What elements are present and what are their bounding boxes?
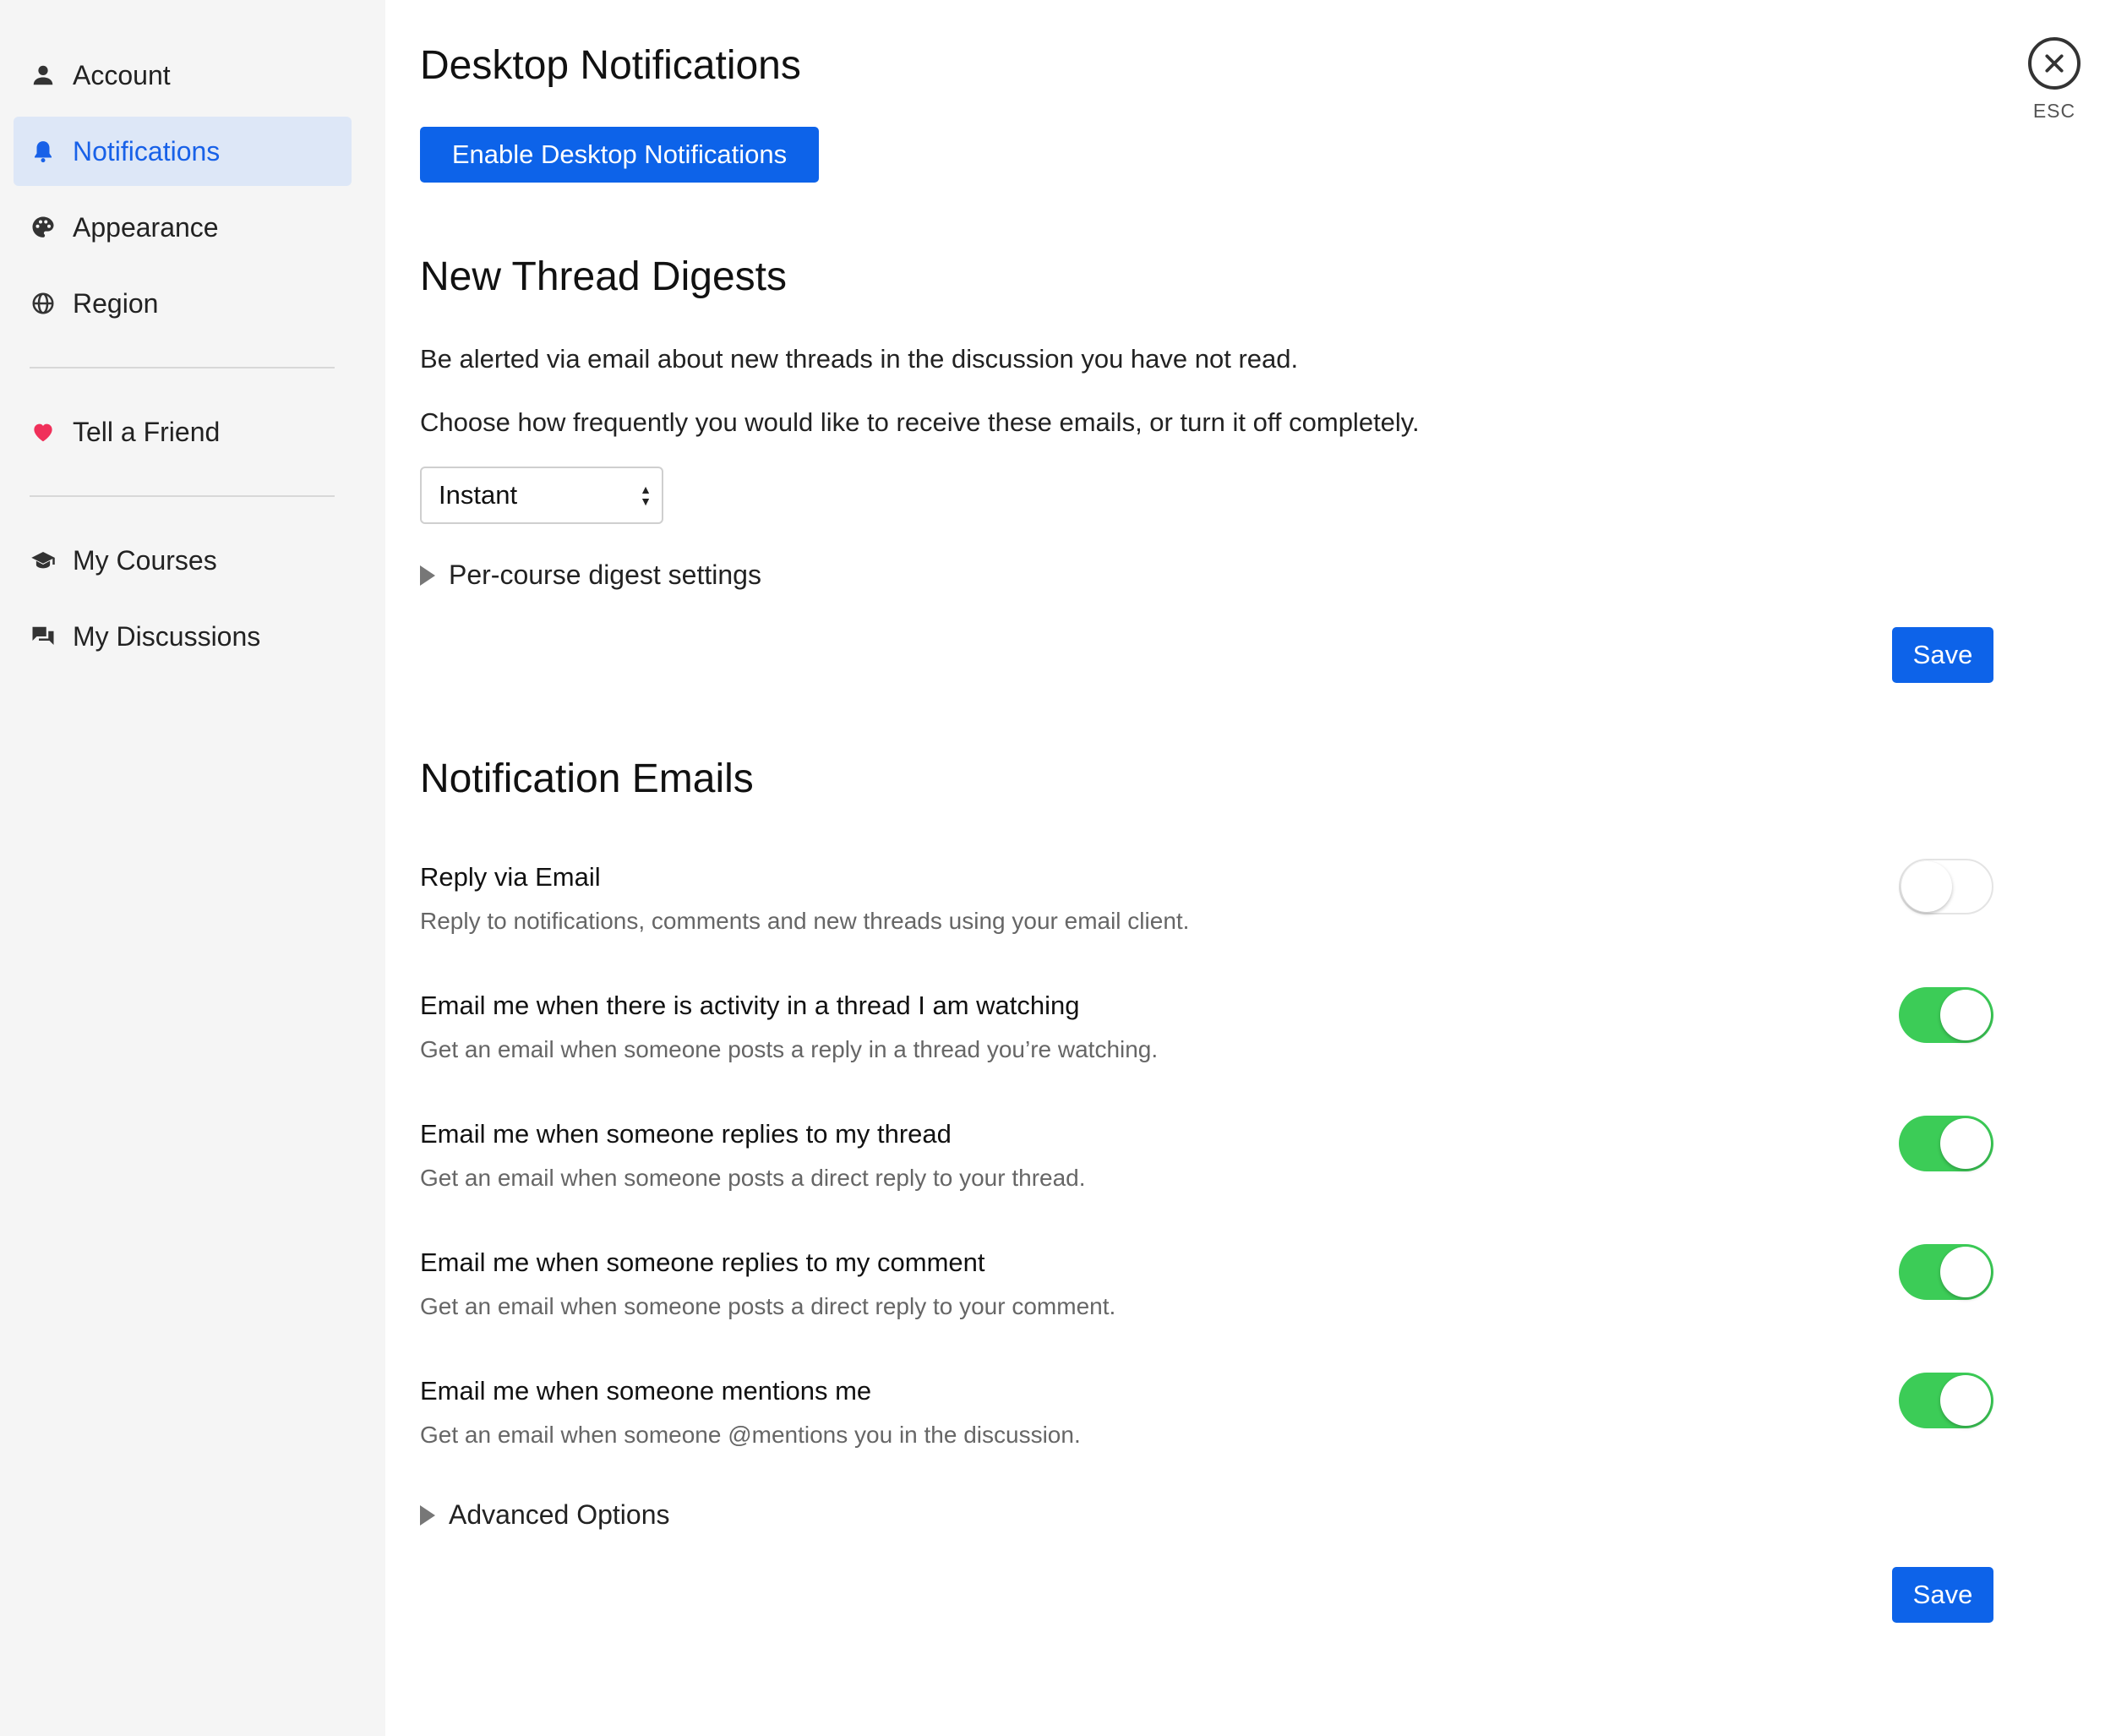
close-shortcut-label: ESC [2032, 100, 2076, 122]
sidebar-item-label: Account [73, 59, 171, 90]
setting-description: Get an email when someone posts a direct… [420, 1165, 1086, 1191]
setting-reply-via-email: Reply via Email Reply to notifications, … [420, 859, 1993, 964]
advanced-options-label: Advanced Options [449, 1499, 670, 1530]
setting-comment-replies: Email me when someone replies to my comm… [420, 1244, 1993, 1349]
graduation-cap-icon [30, 545, 66, 576]
digest-frequency-value: Instant [439, 480, 518, 510]
sidebar-item-label: Notifications [73, 135, 221, 167]
thread-digests-heading: New Thread Digests [420, 254, 787, 299]
comment-replies-toggle[interactable] [1899, 1244, 1993, 1300]
sidebar-item-my-discussions[interactable]: My Discussions [14, 602, 352, 671]
settings-content: Desktop Notifications Enable Desktop Not… [420, 0, 2009, 1736]
setting-title: Email me when there is activity in a thr… [420, 991, 1080, 1020]
digest-description: Be alerted via email about new threads i… [420, 344, 1299, 374]
enable-desktop-notifications-button[interactable]: Enable Desktop Notifications [420, 127, 819, 183]
digest-frequency-prompt: Choose how frequently you would like to … [420, 407, 1420, 437]
sidebar-divider [30, 495, 335, 497]
thread-replies-toggle[interactable] [1899, 1116, 1993, 1171]
sidebar-item-label: Region [73, 287, 159, 319]
palette-icon [30, 212, 66, 243]
sidebar-item-label: Tell a Friend [73, 416, 221, 447]
sidebar-item-label: My Discussions [73, 620, 261, 652]
per-course-digest-toggle[interactable]: Per-course digest settings [420, 560, 761, 591]
thread-activity-toggle[interactable] [1899, 987, 1993, 1043]
disclosure-triangle-icon [420, 1504, 435, 1526]
desktop-notifications-heading: Desktop Notifications [420, 43, 801, 88]
setting-description: Get an email when someone posts a reply … [420, 1036, 1159, 1062]
sidebar-item-notifications[interactable]: Notifications [14, 117, 352, 186]
advanced-options-toggle[interactable]: Advanced Options [420, 1499, 670, 1531]
setting-title: Email me when someone replies to my comm… [420, 1247, 985, 1277]
sidebar-item-region[interactable]: Region [14, 269, 352, 338]
close-button[interactable]: ESC [2025, 37, 2084, 123]
toggle-knob [1940, 1375, 1991, 1426]
chat-bubbles-icon [30, 621, 66, 652]
setting-title: Reply via Email [420, 862, 601, 892]
setting-description: Get an email when someone @mentions you … [420, 1422, 1081, 1448]
setting-thread-replies: Email me when someone replies to my thre… [420, 1116, 1993, 1220]
sidebar-divider [30, 367, 335, 368]
setting-description: Reply to notifications, comments and new… [420, 908, 1190, 934]
sidebar-item-appearance[interactable]: Appearance [14, 193, 352, 262]
sidebar-item-label: Appearance [73, 211, 219, 243]
reply-via-email-toggle[interactable] [1899, 859, 1993, 914]
toggle-knob [1940, 1247, 1991, 1297]
sidebar-item-my-courses[interactable]: My Courses [14, 526, 352, 595]
setting-description: Get an email when someone posts a direct… [420, 1293, 1116, 1319]
settings-sidebar: Account Notifications Appearance Region … [0, 0, 385, 1736]
mentions-toggle[interactable] [1899, 1373, 1993, 1428]
emails-save-button[interactable]: Save [1892, 1567, 1993, 1623]
toggle-knob [1940, 990, 1991, 1040]
bell-icon [30, 136, 66, 167]
sidebar-item-label: My Courses [73, 544, 217, 576]
close-icon [2028, 37, 2081, 90]
globe-icon [30, 288, 66, 319]
toggle-knob [1940, 1118, 1991, 1169]
toggle-knob [1901, 861, 1952, 912]
digest-frequency-select[interactable]: Instant ▲ ▼ [420, 467, 663, 524]
setting-title: Email me when someone replies to my thre… [420, 1119, 952, 1149]
heart-icon [30, 417, 66, 447]
disclosure-triangle-icon [420, 565, 435, 586]
setting-title: Email me when someone mentions me [420, 1376, 872, 1406]
per-course-digest-label: Per-course digest settings [449, 560, 761, 590]
select-arrows-icon: ▲ ▼ [640, 483, 652, 508]
person-icon [30, 60, 66, 90]
sidebar-item-account[interactable]: Account [14, 41, 352, 110]
notification-emails-heading: Notification Emails [420, 756, 754, 801]
setting-mentions: Email me when someone mentions me Get an… [420, 1373, 1993, 1477]
sidebar-item-tell-a-friend[interactable]: Tell a Friend [14, 397, 352, 467]
digest-save-button[interactable]: Save [1892, 627, 1993, 683]
setting-thread-activity: Email me when there is activity in a thr… [420, 987, 1993, 1092]
